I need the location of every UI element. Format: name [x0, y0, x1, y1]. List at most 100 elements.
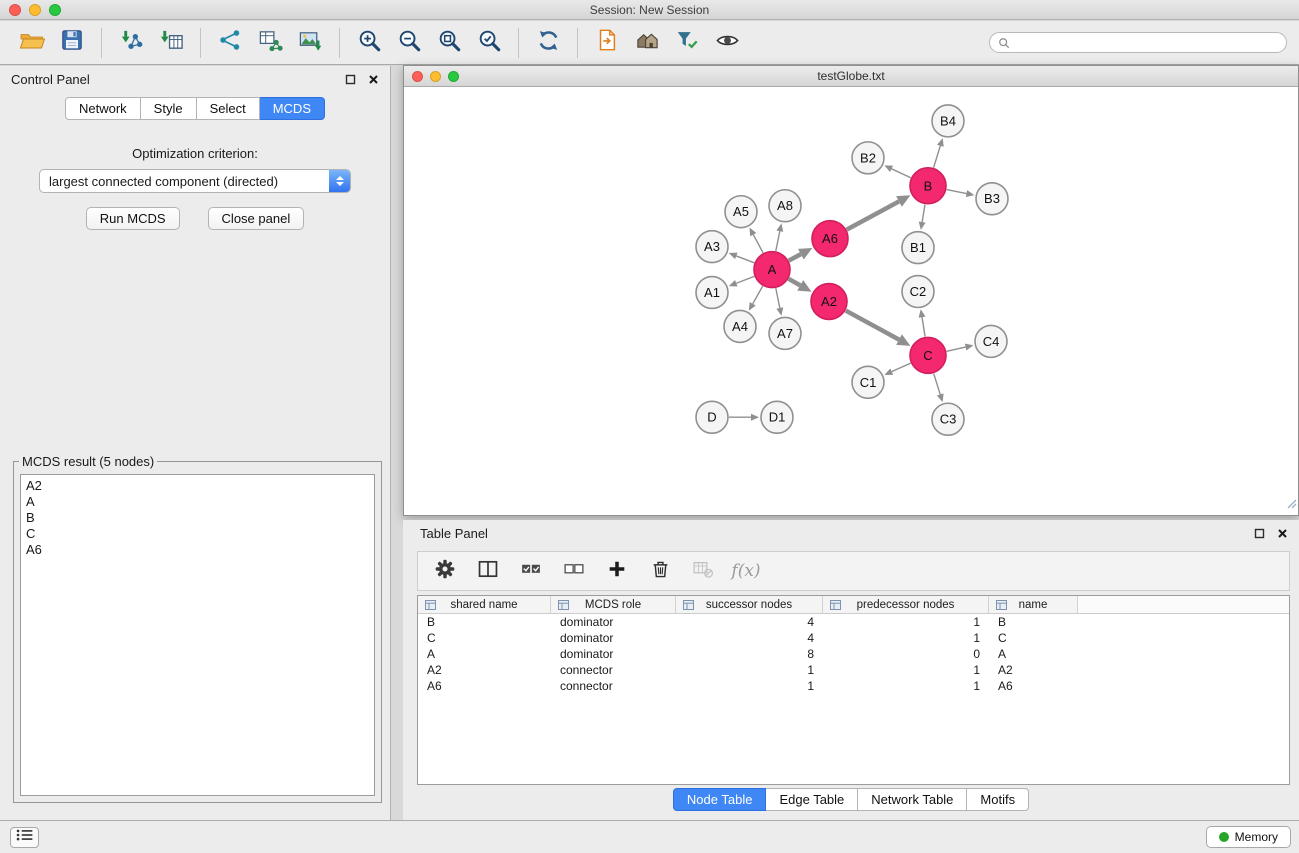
node-C[interactable]: C — [910, 337, 946, 373]
edge-C-C3[interactable] — [934, 373, 941, 394]
node-B3[interactable]: B3 — [976, 183, 1008, 215]
split-columns-button[interactable] — [474, 557, 502, 585]
deselect-all-button[interactable] — [560, 557, 588, 585]
export-image-button[interactable] — [290, 25, 330, 61]
zoom-out-button[interactable] — [389, 25, 429, 61]
node-C2[interactable]: C2 — [902, 276, 934, 308]
node-B[interactable]: B — [910, 168, 946, 204]
import-table-file-button[interactable] — [151, 25, 191, 61]
edge-B-B2[interactable] — [892, 169, 911, 178]
result-item[interactable]: A — [26, 494, 369, 510]
edge-A6-B[interactable] — [847, 201, 899, 229]
apply-filter-button[interactable] — [667, 25, 707, 61]
column-header-name[interactable]: name — [989, 596, 1078, 613]
edge-B-B4[interactable] — [934, 146, 941, 168]
column-header-shared-name[interactable]: shared name — [418, 596, 551, 613]
tab-network[interactable]: Network — [65, 97, 141, 120]
delete-row-button[interactable] — [646, 557, 674, 585]
node-B2[interactable]: B2 — [852, 142, 884, 174]
show-hide-panel-button[interactable] — [707, 25, 747, 61]
node-A7[interactable]: A7 — [769, 317, 801, 349]
network-table-button[interactable] — [250, 25, 290, 61]
edge-A-A6[interactable] — [789, 254, 801, 260]
close-window-button[interactable] — [9, 4, 21, 16]
zoom-in-button[interactable] — [349, 25, 389, 61]
maximize-window-button[interactable] — [49, 4, 61, 16]
network-minimize-button[interactable] — [430, 71, 441, 82]
save-session-button[interactable] — [52, 25, 92, 61]
resize-grip-icon[interactable] — [1285, 496, 1297, 514]
share-network-button[interactable] — [210, 25, 250, 61]
edge-A-A8[interactable] — [776, 231, 780, 251]
refresh-network-button[interactable] — [528, 25, 568, 61]
node-C1[interactable]: C1 — [852, 366, 884, 398]
node-A6[interactable]: A6 — [812, 221, 848, 257]
network-canvas[interactable]: B4B2BB3A5A8A6B1A3AC2A1A2A4A7C4CC1C3DD1 — [404, 88, 1298, 515]
edge-A-A7[interactable] — [776, 288, 780, 308]
node-D[interactable]: D — [696, 401, 728, 433]
close-table-panel-icon[interactable] — [1277, 528, 1288, 539]
tab-network-table[interactable]: Network Table — [858, 788, 967, 811]
result-item[interactable]: C — [26, 526, 369, 542]
edge-A-A5[interactable] — [753, 235, 763, 253]
task-history-button[interactable] — [10, 827, 39, 848]
column-header-predecessor-nodes[interactable]: predecessor nodes — [823, 596, 989, 613]
edge-C-C2[interactable] — [922, 317, 925, 336]
edge-A-A2[interactable] — [789, 279, 801, 286]
import-network-file-button[interactable] — [111, 25, 151, 61]
edge-A-A3[interactable] — [736, 256, 754, 263]
table-row[interactable]: Adominator80A — [418, 646, 1289, 662]
add-row-button[interactable] — [603, 557, 631, 585]
tab-mcds[interactable]: MCDS — [260, 97, 325, 120]
memory-button[interactable]: Memory — [1206, 826, 1291, 848]
node-D1[interactable]: D1 — [761, 401, 793, 433]
tab-style[interactable]: Style — [141, 97, 197, 120]
node-A5[interactable]: A5 — [725, 196, 757, 228]
node-A1[interactable]: A1 — [696, 277, 728, 309]
edge-B-B1[interactable] — [922, 204, 925, 222]
node-A3[interactable]: A3 — [696, 231, 728, 263]
open-document-button[interactable] — [587, 25, 627, 61]
edge-C-C1[interactable] — [892, 363, 911, 372]
settings-button[interactable] — [431, 557, 459, 585]
result-item[interactable]: A6 — [26, 542, 369, 558]
edge-C-C4[interactable] — [947, 347, 966, 351]
table-row[interactable]: A6connector11A6 — [418, 678, 1289, 694]
table-row[interactable]: A2connector11A2 — [418, 662, 1289, 678]
float-table-panel-icon[interactable] — [1254, 528, 1265, 539]
run-mcds-button[interactable]: Run MCDS — [86, 207, 180, 230]
table-row[interactable]: Cdominator41C — [418, 630, 1289, 646]
tab-node-table[interactable]: Node Table — [673, 788, 767, 811]
search-input[interactable] — [1015, 36, 1278, 50]
table-row[interactable]: Bdominator41B — [418, 614, 1289, 630]
minimize-window-button[interactable] — [29, 4, 41, 16]
close-panel-button[interactable]: Close panel — [208, 207, 305, 230]
result-item[interactable]: B — [26, 510, 369, 526]
zoom-fit-button[interactable] — [429, 25, 469, 61]
node-C3[interactable]: C3 — [932, 403, 964, 435]
network-close-button[interactable] — [412, 71, 423, 82]
result-item[interactable]: A2 — [26, 478, 369, 494]
edge-A-A4[interactable] — [753, 286, 763, 304]
node-A[interactable]: A — [754, 252, 790, 288]
tab-select[interactable]: Select — [197, 97, 260, 120]
node-A8[interactable]: A8 — [769, 190, 801, 222]
first-neighbors-button[interactable] — [627, 25, 667, 61]
node-B4[interactable]: B4 — [932, 105, 964, 137]
criterion-dropdown[interactable]: largest connected component (directed) — [39, 169, 351, 193]
edge-B-B3[interactable] — [947, 190, 967, 194]
network-maximize-button[interactable] — [448, 71, 459, 82]
node-B1[interactable]: B1 — [902, 232, 934, 264]
tab-edge-table[interactable]: Edge Table — [766, 788, 858, 811]
zoom-selected-button[interactable] — [469, 25, 509, 61]
mcds-result-list[interactable]: A2ABCA6 — [20, 474, 375, 796]
node-A4[interactable]: A4 — [724, 310, 756, 342]
open-session-button[interactable] — [12, 25, 52, 61]
close-panel-icon[interactable] — [368, 74, 379, 85]
edge-A2-C[interactable] — [846, 311, 899, 340]
node-A2[interactable]: A2 — [811, 284, 847, 320]
select-all-button[interactable] — [517, 557, 545, 585]
function-builder-button[interactable]: f(x) — [732, 557, 760, 585]
tab-motifs[interactable]: Motifs — [967, 788, 1029, 811]
float-panel-icon[interactable] — [345, 74, 356, 85]
